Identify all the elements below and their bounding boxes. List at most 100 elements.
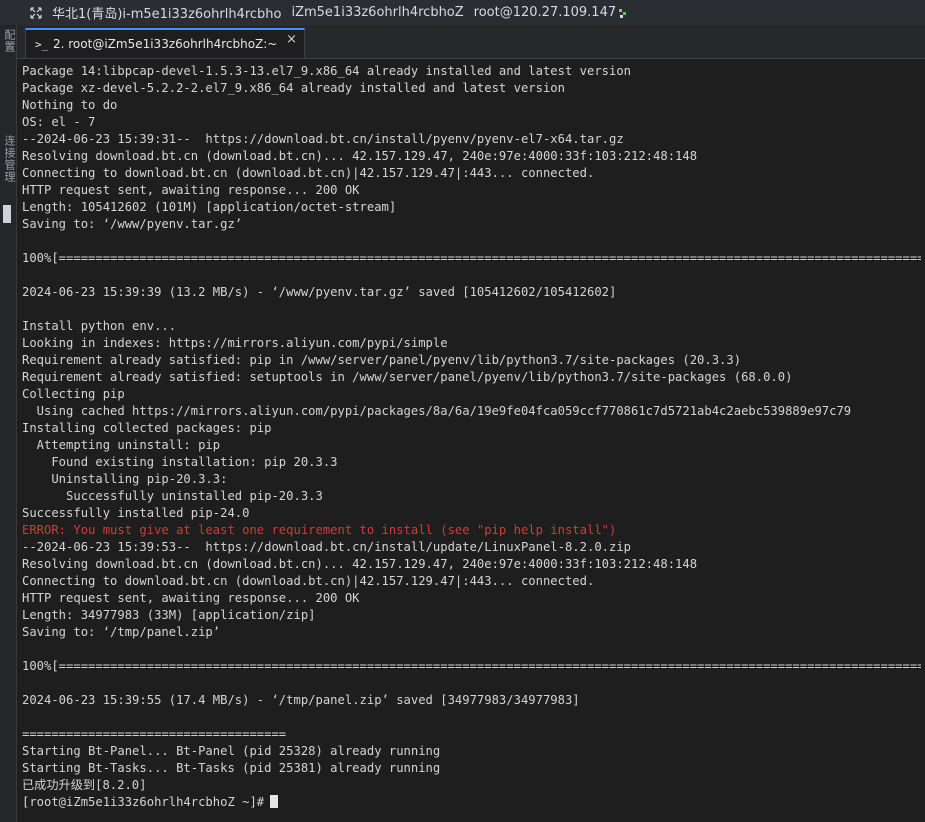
terminal-line-text: Starting Bt-Panel... Bt-Panel (pid 25328… bbox=[22, 744, 441, 758]
terminal-line: Saving to: ‘/tmp/panel.zip’ bbox=[22, 624, 925, 641]
terminal-line: OS: el - 7 bbox=[22, 114, 925, 131]
tab-bar: >_ 2. root@iZm5e1i33z6ohrlh4rcbhoZ:~ × bbox=[17, 25, 925, 59]
terminal-line-text: Attempting uninstall: pip bbox=[22, 438, 221, 452]
terminal-line-text: 2024-06-23 15:39:39 (13.2 MB/s) - ‘/www/… bbox=[22, 285, 617, 299]
terminal-line-text: Requirement already satisfied: setuptool… bbox=[22, 370, 793, 384]
terminal-line: Successfully uninstalled pip-20.3.3 bbox=[22, 488, 925, 505]
terminal-app-window: 华北1(青岛)i-m5e1i33z6ohrlh4rcbho iZm5e1i33z… bbox=[0, 0, 925, 822]
terminal-line: HTTP request sent, awaiting response... … bbox=[22, 182, 925, 199]
terminal-line: Successfully installed pip-24.0 bbox=[22, 505, 925, 522]
terminal-line: 100%[===================================… bbox=[22, 658, 925, 675]
terminal-line: --2024-06-23 15:39:53-- https://download… bbox=[22, 539, 925, 556]
terminal-line: Starting Bt-Tasks... Bt-Tasks (pid 25381… bbox=[22, 760, 925, 777]
terminal-scrollbar[interactable] bbox=[921, 59, 925, 822]
terminal-line: 100%[===================================… bbox=[22, 250, 925, 267]
terminal-line: HTTP request sent, awaiting response... … bbox=[22, 590, 925, 607]
side-panel-strip[interactable]: 配置 连接管理 bbox=[0, 25, 17, 822]
terminal-line: --2024-06-23 15:39:31-- https://download… bbox=[22, 131, 925, 148]
terminal-line-text: Saving to: ‘/www/pyenv.tar.gz’ bbox=[22, 217, 243, 231]
terminal-line: Installing collected packages: pip bbox=[22, 420, 925, 437]
terminal-line-text: Uninstalling pip-20.3.3: bbox=[22, 472, 228, 486]
terminal-line-text: Resolving download.bt.cn (download.bt.cn… bbox=[22, 149, 698, 163]
terminal-line: ==================================== bbox=[22, 726, 925, 743]
terminal-line-text: 100%[===================================… bbox=[22, 659, 925, 673]
terminal-prompt-line: [root@iZm5e1i33z6ohrlh4rcbhoZ ~]# bbox=[22, 794, 925, 811]
terminal-line-text: Length: 105412602 (101M) [application/oc… bbox=[22, 200, 397, 214]
terminal-line: Using cached https://mirrors.aliyun.com/… bbox=[22, 403, 925, 420]
terminal-line: Package xz-devel-5.2.2-2.el7_9.x86_64 al… bbox=[22, 80, 925, 97]
terminal-line: Length: 105412602 (101M) [application/oc… bbox=[22, 199, 925, 216]
title-region-instance: 华北1(青岛)i-m5e1i33z6ohrlh4rcbho bbox=[52, 7, 282, 22]
terminal-line-text: HTTP request sent, awaiting response... … bbox=[22, 591, 360, 605]
terminal-line: Requirement already satisfied: setuptool… bbox=[22, 369, 925, 386]
terminal-error-line: ERROR: You must give at least one requir… bbox=[22, 522, 925, 539]
terminal-prompt-icon: >_ bbox=[35, 37, 49, 51]
terminal-line-text: Requirement already satisfied: pip in /w… bbox=[22, 353, 742, 367]
terminal-line-text: Installing collected packages: pip bbox=[22, 421, 272, 435]
terminal-line-text: ERROR: You must give at least one requir… bbox=[22, 523, 617, 537]
title-hostname: iZm5e1i33z6ohrlh4rcbhoZ bbox=[291, 5, 464, 20]
side-panel-label-bottom[interactable]: 连接管理 bbox=[1, 135, 16, 183]
terminal-line-text: Successfully installed pip-24.0 bbox=[22, 506, 250, 520]
terminal-line-text: Package xz-devel-5.2.2-2.el7_9.x86_64 al… bbox=[22, 81, 565, 95]
side-panel-marker bbox=[3, 205, 11, 223]
terminal-line-text: Saving to: ‘/tmp/panel.zip’ bbox=[22, 625, 221, 639]
terminal-line: Saving to: ‘/www/pyenv.tar.gz’ bbox=[22, 216, 925, 233]
terminal-line-text: Install python env... bbox=[22, 319, 177, 333]
terminal-line-text: Collecting pip bbox=[22, 387, 125, 401]
connection-status-icon bbox=[618, 7, 628, 19]
terminal-line: Nothing to do bbox=[22, 97, 925, 114]
terminal-line: Uninstalling pip-20.3.3: bbox=[22, 471, 925, 488]
terminal-line: Install python env... bbox=[22, 318, 925, 335]
terminal-line: 2024-06-23 15:39:39 (13.2 MB/s) - ‘/www/… bbox=[22, 284, 925, 301]
terminal-line: Collecting pip bbox=[22, 386, 925, 403]
terminal-line-text: Connecting to download.bt.cn (download.b… bbox=[22, 166, 595, 180]
terminal-line-text: 100%[===================================… bbox=[22, 251, 925, 265]
terminal-line-text: [root@iZm5e1i33z6ohrlh4rcbhoZ ~]# bbox=[22, 795, 265, 809]
terminal-cursor bbox=[270, 795, 279, 808]
terminal-line: Length: 34977983 (33M) [application/zip] bbox=[22, 607, 925, 624]
terminal-line-text: Length: 34977983 (33M) [application/zip] bbox=[22, 608, 316, 622]
terminal-line-text: 2024-06-23 15:39:55 (17.4 MB/s) - ‘/tmp/… bbox=[22, 693, 580, 707]
terminal-line: Resolving download.bt.cn (download.bt.cn… bbox=[22, 148, 925, 165]
tab-terminal-session[interactable]: >_ 2. root@iZm5e1i33z6ohrlh4rcbhoZ:~ × bbox=[25, 28, 305, 58]
terminal-line: 已成功升级到[8.2.0] bbox=[22, 777, 925, 794]
terminal-line: Looking in indexes: https://mirrors.aliy… bbox=[22, 335, 925, 352]
terminal-line-text: Successfully uninstalled pip-20.3.3 bbox=[22, 489, 323, 503]
terminal-lines: Package 14:libpcap-devel-1.5.3-13.el7_9.… bbox=[22, 63, 925, 811]
terminal-line-text: --2024-06-23 15:39:31-- https://download… bbox=[22, 132, 624, 146]
terminal-line-text: Starting Bt-Tasks... Bt-Tasks (pid 25381… bbox=[22, 761, 441, 775]
terminal-line-text: Resolving download.bt.cn (download.bt.cn… bbox=[22, 557, 698, 571]
terminal-line: Attempting uninstall: pip bbox=[22, 437, 925, 454]
terminal-line: Requirement already satisfied: pip in /w… bbox=[22, 352, 925, 369]
title-bar: 华北1(青岛)i-m5e1i33z6ohrlh4rcbho iZm5e1i33z… bbox=[0, 0, 925, 25]
terminal-line-text: Found existing installation: pip 20.3.3 bbox=[22, 455, 338, 469]
terminal-line: Connecting to download.bt.cn (download.b… bbox=[22, 573, 925, 590]
tab-label: 2. root@iZm5e1i33z6ohrlh4rcbhoZ:~ bbox=[53, 37, 278, 51]
terminal-line: 2024-06-23 15:39:55 (17.4 MB/s) - ‘/tmp/… bbox=[22, 692, 925, 709]
terminal-line-text: Using cached https://mirrors.aliyun.com/… bbox=[22, 404, 852, 418]
terminal-output[interactable]: Package 14:libpcap-devel-1.5.3-13.el7_9.… bbox=[17, 59, 925, 822]
terminal-line: Starting Bt-Panel... Bt-Panel (pid 25328… bbox=[22, 743, 925, 760]
terminal-line: Connecting to download.bt.cn (download.b… bbox=[22, 165, 925, 182]
terminal-line-text: Connecting to download.bt.cn (download.b… bbox=[22, 574, 595, 588]
terminal-line-text: ==================================== bbox=[22, 727, 287, 741]
terminal-line-text: Looking in indexes: https://mirrors.aliy… bbox=[22, 336, 448, 350]
terminal-line: Package 14:libpcap-devel-1.5.3-13.el7_9.… bbox=[22, 63, 925, 80]
terminal-line-text: Nothing to do bbox=[22, 98, 118, 112]
terminal-line-text: Package 14:libpcap-devel-1.5.3-13.el7_9.… bbox=[22, 64, 632, 78]
terminal-line-text: HTTP request sent, awaiting response... … bbox=[22, 183, 360, 197]
terminal-line-text: --2024-06-23 15:39:53-- https://download… bbox=[22, 540, 632, 554]
side-panel-label-top[interactable]: 配置 bbox=[1, 29, 16, 53]
terminal-line: Found existing installation: pip 20.3.3 bbox=[22, 454, 925, 471]
close-icon[interactable]: × bbox=[286, 32, 297, 47]
terminal-line-text: OS: el - 7 bbox=[22, 115, 96, 129]
expand-icon[interactable] bbox=[24, 0, 48, 25]
terminal-line-text: 已成功升级到[8.2.0] bbox=[22, 778, 147, 792]
